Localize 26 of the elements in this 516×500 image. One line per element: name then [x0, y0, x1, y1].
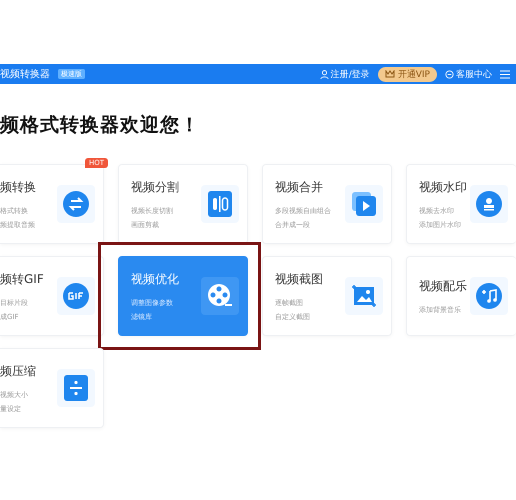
card-title: 视频配乐 [419, 278, 468, 294]
music-note-icon [476, 283, 502, 309]
app-name: 视频转换器 [0, 68, 50, 81]
vip-button[interactable]: 开通VIP [378, 66, 437, 82]
card-title: 频转GIF [0, 270, 45, 288]
card-title: 频转换 [0, 178, 37, 196]
split-icon [208, 191, 232, 217]
divide-icon [64, 375, 88, 401]
chat-icon [445, 70, 454, 78]
film-reel-icon [207, 283, 233, 309]
image-crop-icon [351, 283, 377, 309]
user-icon [320, 70, 329, 78]
card-title: 视频分割 [131, 178, 180, 196]
play-stack-icon [352, 192, 376, 216]
menu-icon[interactable] [500, 70, 510, 78]
gif-icon [63, 283, 89, 309]
card-title: 频压缩 [0, 362, 37, 380]
card-title: 视频水印 [419, 178, 468, 196]
stamp-icon [476, 191, 502, 217]
login-link[interactable]: 注册/登录 [320, 68, 370, 80]
crown-icon [384, 70, 395, 78]
card-title: 视频截图 [275, 270, 324, 288]
support-link[interactable]: 客服中心 [445, 68, 492, 80]
card-title: 视频优化 [131, 270, 180, 288]
swap-arrows-icon [63, 191, 89, 217]
card-title: 视频合并 [275, 178, 324, 196]
